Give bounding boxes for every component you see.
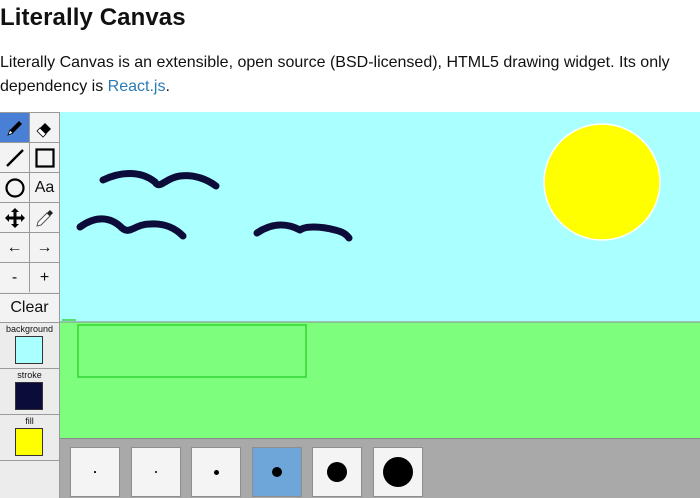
- stroke-width-dot: [94, 471, 96, 473]
- stroke-width-dot: [213, 469, 219, 475]
- stroke-width-picker: [60, 438, 700, 498]
- background-color-swatch[interactable]: [15, 336, 43, 364]
- literally-canvas-widget: Aa ← → - + Clear background stroke fill: [0, 112, 700, 498]
- intro-end: .: [165, 78, 170, 95]
- zoom-in-button[interactable]: +: [30, 263, 59, 292]
- drawing-canvas[interactable]: [60, 112, 700, 438]
- stroke-width-option-10[interactable]: [251, 447, 302, 497]
- stroke-width-option-2[interactable]: [130, 447, 181, 497]
- clear-button[interactable]: Clear: [0, 293, 59, 323]
- eyedropper-icon: [35, 209, 53, 227]
- stroke-width-option-1[interactable]: [70, 447, 120, 497]
- ellipse-tool[interactable]: [0, 173, 29, 202]
- eyedropper-tool[interactable]: [30, 203, 59, 232]
- ellipse-icon: [4, 177, 25, 198]
- background-color-picker: background: [0, 323, 59, 369]
- rectangle-tool[interactable]: [30, 143, 59, 172]
- stroke-color-swatch[interactable]: [15, 382, 43, 410]
- line-icon: [5, 148, 24, 167]
- rectangle-icon: [34, 147, 55, 168]
- eraser-icon: [35, 122, 51, 138]
- redo-button[interactable]: →: [30, 233, 59, 262]
- text-tool[interactable]: Aa: [30, 173, 59, 202]
- pan-tool[interactable]: [0, 203, 29, 232]
- eraser-tool[interactable]: [30, 113, 59, 142]
- stroke-width-option-20[interactable]: [312, 447, 362, 497]
- pencil-icon: [6, 120, 22, 136]
- react-link[interactable]: React.js: [108, 78, 166, 95]
- background-color-label: background: [5, 324, 54, 334]
- toolbar: Aa ← → - + Clear background stroke fill: [0, 112, 60, 498]
- stroke-width-option-5[interactable]: [191, 447, 241, 497]
- page-title: Literally Canvas: [0, 4, 186, 31]
- stroke-color-picker: stroke: [0, 369, 59, 415]
- tool-grid: Aa ← → - +: [0, 112, 59, 292]
- line-tool[interactable]: [0, 143, 29, 172]
- fill-color-label: fill: [25, 416, 34, 426]
- stroke-width-dot: [327, 462, 347, 482]
- undo-button[interactable]: ←: [0, 233, 29, 262]
- fill-color-picker: fill: [0, 415, 59, 461]
- zoom-out-button[interactable]: -: [0, 263, 29, 292]
- stroke-width-dot: [271, 467, 282, 477]
- stroke-width-dot: [382, 457, 413, 487]
- stroke-color-label: stroke: [17, 370, 42, 380]
- stroke-width-option-30[interactable]: [372, 447, 423, 497]
- sun-shape: [543, 123, 661, 241]
- move-icon: [4, 207, 25, 228]
- grass-shape: [60, 322, 700, 438]
- pencil-tool[interactable]: [0, 113, 29, 142]
- intro-paragraph: Literally Canvas is an extensible, open …: [0, 51, 680, 99]
- stroke-width-dot: [154, 471, 157, 473]
- fill-color-swatch[interactable]: [15, 428, 43, 456]
- drawing-surface: [60, 112, 700, 438]
- intro-text: Literally Canvas is an extensible, open …: [0, 54, 670, 95]
